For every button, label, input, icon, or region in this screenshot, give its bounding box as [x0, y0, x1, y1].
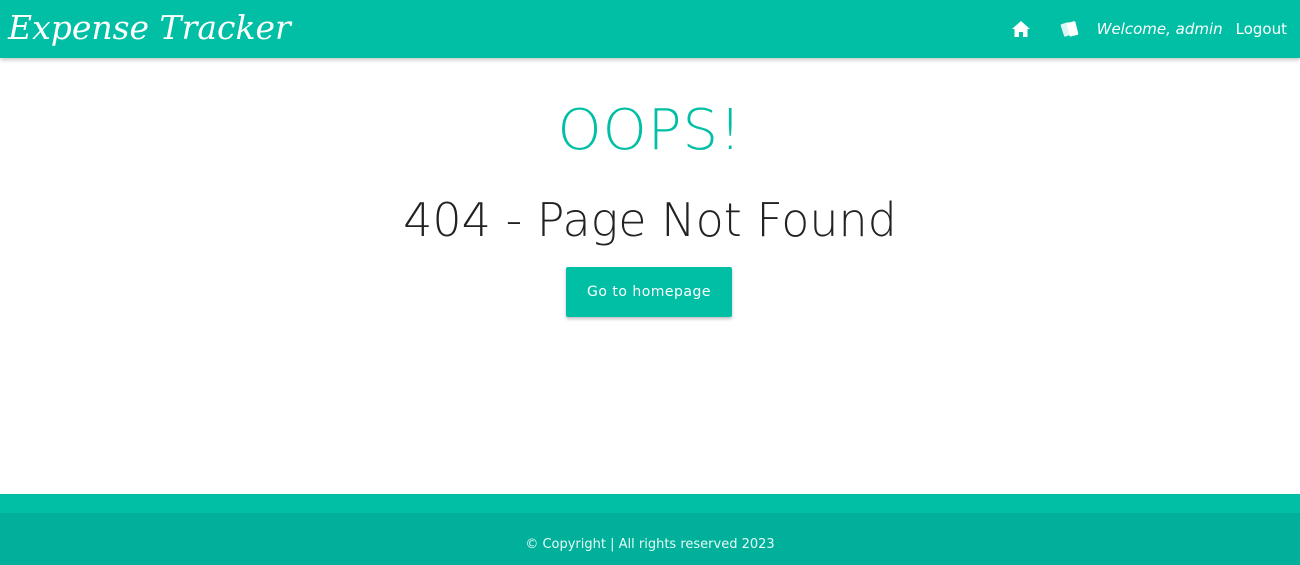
copyright-text: © Copyright | All rights reserved 2023 — [525, 537, 775, 552]
navbar-right: Welcome, admin Logout — [1010, 0, 1287, 58]
home-icon — [1011, 21, 1030, 37]
money-icon — [1060, 21, 1078, 37]
logout-link[interactable]: Logout — [1236, 20, 1287, 38]
main-content: OOPS! 404 - Page Not Found Go to homepag… — [0, 58, 1300, 494]
welcome-text: Welcome, admin — [1096, 20, 1223, 38]
app-title-link[interactable]: Expense Tracker — [8, 8, 291, 48]
error-heading: OOPS! — [557, 98, 743, 163]
error-message: 404 - Page Not Found — [403, 193, 897, 247]
footer-top-strip — [0, 494, 1300, 513]
home-link[interactable] — [1010, 18, 1032, 40]
go-to-homepage-button[interactable]: Go to homepage — [566, 267, 732, 317]
expenses-link[interactable] — [1059, 18, 1081, 40]
navbar: Expense Tracker Welcome, admin Logout — [0, 0, 1300, 58]
footer: © Copyright | All rights reserved 2023 — [0, 494, 1300, 565]
